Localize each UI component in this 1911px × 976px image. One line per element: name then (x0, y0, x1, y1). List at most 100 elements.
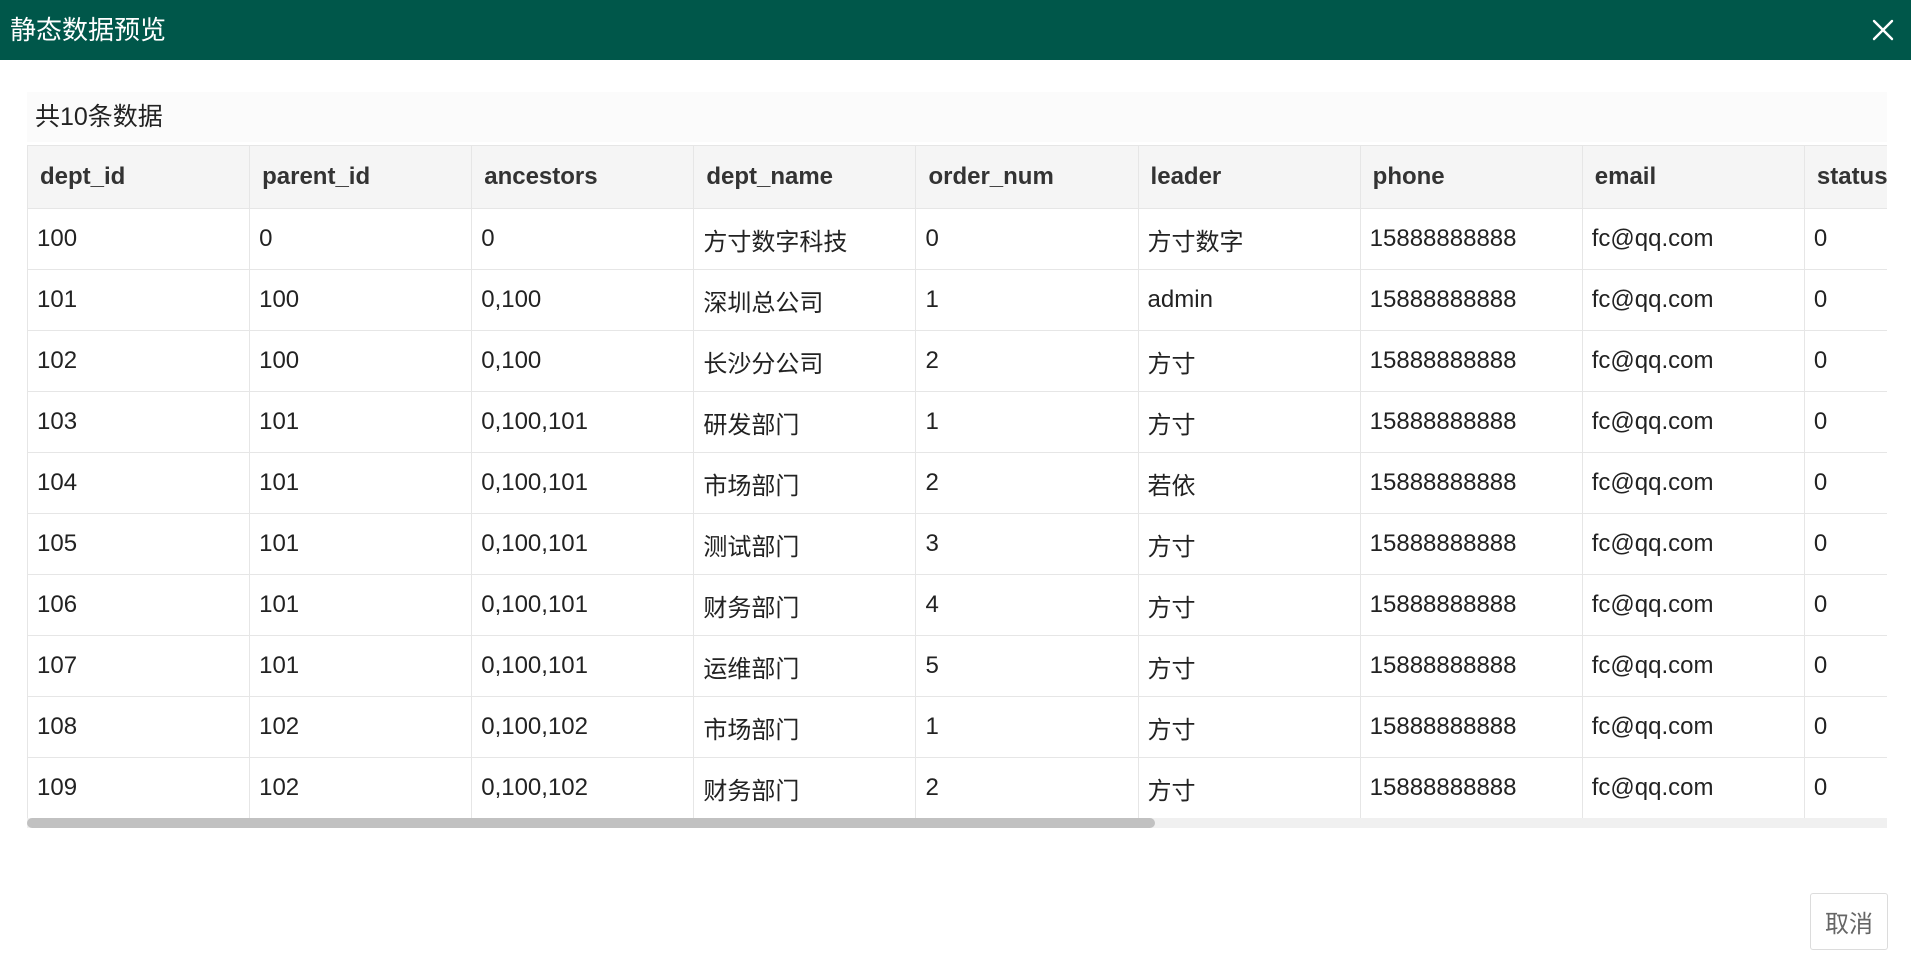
table-cell-ancestors: 0,100,102 (471, 696, 695, 758)
table-cell-status: 0 (1803, 513, 1887, 575)
table-cell-order-num: 2 (915, 330, 1139, 392)
column-header-status: status (1803, 145, 1887, 209)
table-cell-dept-id: 103 (27, 391, 251, 453)
table-cell-email: fc@qq.com (1581, 574, 1805, 636)
horizontal-scrollbar-thumb[interactable] (27, 818, 1155, 828)
table-row: 109 102 0,100,102 财务部门 2 方寸 15888888888 fc@qq.c… (27, 757, 1887, 819)
table-cell-leader: 方寸 (1137, 391, 1361, 453)
table-cell-phone: 15888888888 (1359, 269, 1583, 331)
table-cell-dept-id: 100 (27, 208, 251, 270)
table-cell-phone: 15888888888 (1359, 391, 1583, 453)
table-cell-ancestors: 0,100,101 (471, 513, 695, 575)
table-cell-leader: 方寸 (1137, 757, 1361, 819)
table-cell-phone: 15888888888 (1359, 208, 1583, 270)
table-cell-dept-name: 市场部门 (693, 452, 917, 514)
table-cell-parent-id: 101 (249, 513, 473, 575)
table-cell-dept-name: 财务部门 (693, 574, 917, 636)
table-cell-order-num: 1 (915, 391, 1139, 453)
column-header-phone: phone (1359, 145, 1583, 209)
table-cell-email: fc@qq.com (1581, 391, 1805, 453)
table-cell-dept-name: 运维部门 (693, 635, 917, 697)
table-cell-dept-name: 测试部门 (693, 513, 917, 575)
table-cell-ancestors: 0,100,102 (471, 757, 695, 819)
table-cell-email: fc@qq.com (1581, 696, 1805, 758)
table-cell-parent-id: 102 (249, 696, 473, 758)
table-row: 103 101 0,100,101 研发部门 1 方寸 15888888888 fc@qq.c… (27, 391, 1887, 453)
close-button[interactable] (1867, 14, 1899, 46)
table-cell-phone: 15888888888 (1359, 696, 1583, 758)
table-cell-status: 0 (1803, 635, 1887, 697)
table-cell-dept-id: 102 (27, 330, 251, 392)
table-row: 101 100 0,100 深圳总公司 1 admin 15888888888 fc@qq.c… (27, 269, 1887, 331)
column-header-dept-name: dept_name (693, 145, 917, 209)
table-cell-dept-name: 研发部门 (693, 391, 917, 453)
column-header-leader: leader (1137, 145, 1361, 209)
table-row: 106 101 0,100,101 财务部门 4 方寸 15888888888 fc@qq.c… (27, 574, 1887, 636)
table-row: 107 101 0,100,101 运维部门 5 方寸 15888888888 fc@qq.c… (27, 635, 1887, 697)
table-cell-status: 0 (1803, 208, 1887, 270)
table-cell-phone: 15888888888 (1359, 513, 1583, 575)
table-body: 100 0 0 方寸数字科技 0 方寸数字 15888888888 fc@qq.com 0 101… (27, 208, 1887, 819)
table-cell-parent-id: 101 (249, 574, 473, 636)
dialog-title: 静态数据预览 (10, 15, 167, 45)
table-cell-phone: 15888888888 (1359, 574, 1583, 636)
table-cell-email: fc@qq.com (1581, 330, 1805, 392)
table-cell-leader: 方寸 (1137, 696, 1361, 758)
table-cell-phone: 15888888888 (1359, 330, 1583, 392)
table-cell-leader: 方寸 (1137, 330, 1361, 392)
table-cell-parent-id: 101 (249, 635, 473, 697)
table-cell-status: 0 (1803, 391, 1887, 453)
column-header-dept-id: dept_id (27, 145, 251, 209)
horizontal-scrollbar[interactable] (27, 818, 1887, 828)
data-table-container: dept_id parent_id ancestors dept_name order_… (27, 145, 1887, 828)
table-cell-order-num: 2 (915, 757, 1139, 819)
table-header-row: dept_id parent_id ancestors dept_name order_… (27, 145, 1887, 209)
table-cell-order-num: 3 (915, 513, 1139, 575)
table-row: 102 100 0,100 长沙分公司 2 方寸 15888888888 fc@qq.com 0 (27, 330, 1887, 392)
column-header-email: email (1581, 145, 1805, 209)
table-cell-status: 0 (1803, 330, 1887, 392)
table-cell-leader: 若依 (1137, 452, 1361, 514)
table-cell-email: fc@qq.com (1581, 757, 1805, 819)
table-cell-dept-id: 105 (27, 513, 251, 575)
table-cell-parent-id: 100 (249, 269, 473, 331)
table-cell-phone: 15888888888 (1359, 635, 1583, 697)
table-cell-parent-id: 101 (249, 391, 473, 453)
table-cell-dept-id: 108 (27, 696, 251, 758)
table-cell-order-num: 2 (915, 452, 1139, 514)
table-cell-order-num: 1 (915, 696, 1139, 758)
column-header-ancestors: ancestors (471, 145, 695, 209)
table-cell-dept-id: 104 (27, 452, 251, 514)
record-count-text: 共10条数据 (35, 103, 163, 131)
table-cell-dept-id: 109 (27, 757, 251, 819)
record-count-bar: 共10条数据 (27, 92, 1887, 142)
table-cell-email: fc@qq.com (1581, 452, 1805, 514)
table-cell-ancestors: 0,100,101 (471, 635, 695, 697)
table-cell-ancestors: 0,100 (471, 330, 695, 392)
table-cell-dept-id: 107 (27, 635, 251, 697)
table-cell-dept-id: 101 (27, 269, 251, 331)
data-table: dept_id parent_id ancestors dept_name order_… (27, 145, 1887, 819)
table-cell-parent-id: 102 (249, 757, 473, 819)
table-row: 100 0 0 方寸数字科技 0 方寸数字 15888888888 fc@qq.com 0 (27, 208, 1887, 270)
table-cell-status: 0 (1803, 757, 1887, 819)
table-cell-leader: 方寸 (1137, 635, 1361, 697)
column-header-order-num: order_num (915, 145, 1139, 209)
table-cell-leader: 方寸 (1137, 574, 1361, 636)
table-cell-email: fc@qq.com (1581, 635, 1805, 697)
table-cell-dept-name: 深圳总公司 (693, 269, 917, 331)
table-cell-ancestors: 0 (471, 208, 695, 270)
table-cell-phone: 15888888888 (1359, 757, 1583, 819)
table-cell-ancestors: 0,100,101 (471, 574, 695, 636)
table-cell-order-num: 4 (915, 574, 1139, 636)
table-cell-status: 0 (1803, 696, 1887, 758)
table-cell-leader: 方寸 (1137, 513, 1361, 575)
table-cell-parent-id: 0 (249, 208, 473, 270)
close-icon (1872, 19, 1894, 41)
table-cell-order-num: 1 (915, 269, 1139, 331)
table-cell-leader: admin (1137, 269, 1361, 331)
column-header-parent-id: parent_id (249, 145, 473, 209)
cancel-button[interactable]: 取消 (1810, 893, 1888, 950)
table-cell-ancestors: 0,100,101 (471, 452, 695, 514)
table-cell-parent-id: 101 (249, 452, 473, 514)
